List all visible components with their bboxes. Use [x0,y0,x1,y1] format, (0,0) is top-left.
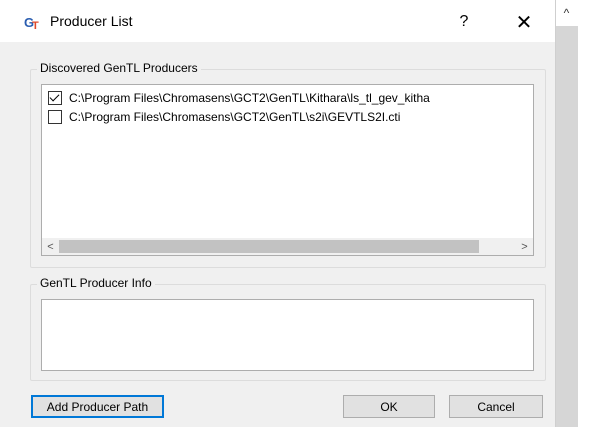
producer-checkbox-2[interactable] [48,110,62,124]
discovered-producers-group: Discovered GenTL Producers C:\Program Fi… [30,61,546,268]
parent-scrollbar[interactable]: ^ [555,0,590,427]
producer-path-label: C:\Program Files\Chromasens\GCT2\GenTL\s… [69,110,401,124]
producer-checkbox-1[interactable] [48,91,62,105]
discovered-producers-label: Discovered GenTL Producers [37,61,201,75]
app-logo-icon: G T [24,15,39,30]
scrollbar-thumb[interactable] [59,240,479,253]
close-button[interactable]: ✕ [502,6,546,38]
ok-button[interactable]: OK [343,395,435,418]
list-item[interactable]: C:\Program Files\Chromasens\GCT2\GenTL\K… [48,89,430,107]
producer-info-textbox[interactable] [41,299,534,371]
scrollbar-track[interactable] [555,26,578,427]
svg-text:T: T [32,20,39,30]
producer-info-label: GenTL Producer Info [37,276,155,290]
help-button[interactable]: ? [444,6,484,38]
add-producer-path-button[interactable]: Add Producer Path [31,395,164,418]
window-title: Producer List [50,13,133,29]
scroll-up-arrow-icon[interactable]: ^ [555,0,578,26]
producer-info-group: GenTL Producer Info [30,276,546,381]
producer-listbox[interactable]: C:\Program Files\Chromasens\GCT2\GenTL\K… [41,84,534,256]
cancel-button[interactable]: Cancel [449,395,543,418]
list-item[interactable]: C:\Program Files\Chromasens\GCT2\GenTL\s… [48,108,400,126]
producer-path-label: C:\Program Files\Chromasens\GCT2\GenTL\K… [69,91,430,105]
scroll-left-arrow-icon[interactable]: < [42,238,59,255]
horizontal-scrollbar[interactable]: < > [42,238,533,255]
scroll-right-arrow-icon[interactable]: > [516,238,533,255]
title-bar: G T Producer List ? ✕ [0,0,555,42]
producer-list-dialog: G T Producer List ? ✕ Discovered GenTL P… [0,0,556,427]
